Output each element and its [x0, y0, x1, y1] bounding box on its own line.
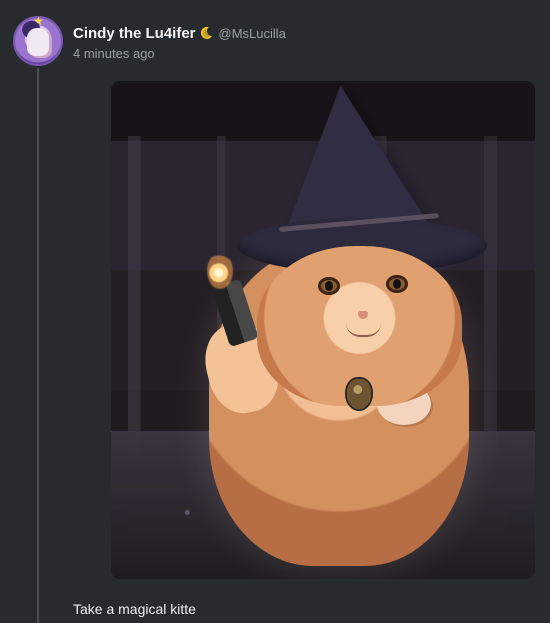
post-image[interactable] [111, 81, 535, 579]
post-card: ★ Cindy the Lu4ifer @MsLucilla 4 minutes… [0, 0, 550, 623]
muzzle-flash [207, 253, 233, 289]
user-handle[interactable]: @MsLucilla [219, 26, 286, 41]
cat-pendant [347, 379, 371, 409]
crescent-moon-icon [200, 26, 212, 39]
post-text: Take a magical kitte [73, 601, 196, 617]
thread-line [37, 68, 39, 623]
display-name[interactable]: Cindy the Lu4ifer [73, 25, 196, 42]
post-timestamp[interactable]: 4 minutes ago [73, 46, 155, 61]
cat-left-eye [318, 277, 340, 295]
post-header: Cindy the Lu4ifer @MsLucilla [73, 24, 286, 42]
user-avatar[interactable]: ★ [13, 16, 63, 66]
cat-right-eye [386, 275, 408, 293]
avatar-figure [27, 28, 49, 56]
